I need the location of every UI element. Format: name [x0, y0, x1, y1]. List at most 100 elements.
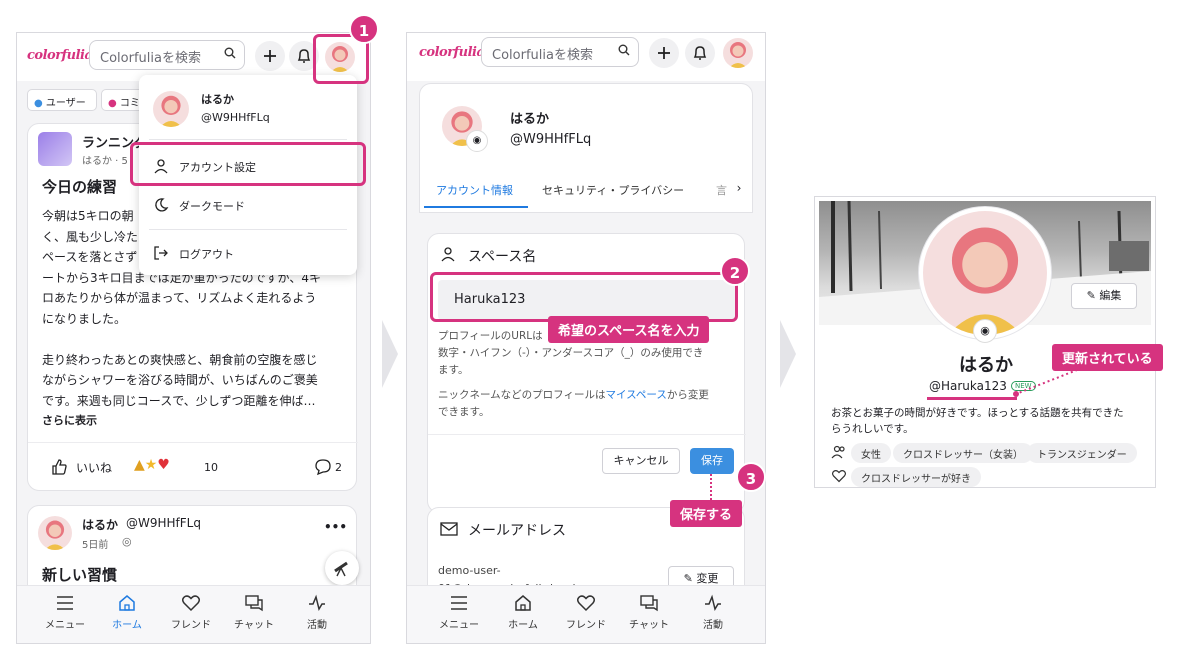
mail-icon: [440, 522, 458, 536]
cancel-button[interactable]: キャンセル: [602, 448, 680, 474]
app-logo[interactable]: colorfulia: [419, 45, 485, 60]
show-more-link[interactable]: さらに表示: [42, 412, 97, 428]
nav-friends[interactable]: フレンド: [556, 594, 616, 631]
nav-label: ホーム: [508, 620, 538, 631]
profile-name: はるか: [510, 112, 550, 127]
bell-icon: [693, 46, 707, 60]
tab-active-indicator: [424, 206, 528, 208]
telescope-icon: [334, 561, 348, 577]
heart-handshake-icon: [576, 595, 596, 612]
like-button[interactable]: いいね: [76, 459, 112, 476]
tab-security-privacy[interactable]: セキュリティ・プライバシー: [542, 182, 684, 198]
post-meta: はるか · 5: [82, 156, 128, 167]
tag-chip[interactable]: クロスドレッサー（女装）: [893, 443, 1033, 463]
menu-divider: [149, 139, 347, 140]
menu-item-dark-mode[interactable]: ダークモード: [139, 189, 357, 221]
settings-card: ◉ はるか @W9HHfFLq アカウント情報 セキュリティ・プライバシー 言 …: [419, 83, 753, 213]
profile-name: はるか: [959, 355, 1013, 376]
space-name-heading: スペース名: [468, 249, 537, 265]
explore-fab[interactable]: [325, 551, 359, 585]
post-body-line: になりました。: [42, 311, 127, 326]
thumbs-up-icon[interactable]: [50, 458, 68, 476]
tag-chip[interactable]: トランスジェンダー: [1027, 443, 1137, 463]
nav-activity[interactable]: 活動: [683, 594, 743, 631]
like-chip[interactable]: クロスドレッサーが好き: [851, 467, 981, 487]
hamburger-icon: [451, 596, 467, 610]
profile-bio: お茶とお菓子の時間が好きです。ほっとする話題を共有できた らうれしいです。: [831, 405, 1151, 437]
filter-users-chip[interactable]: ● ユーザー: [27, 89, 97, 111]
nav-label: チャット: [234, 620, 274, 631]
callout-save: 保存する: [670, 500, 743, 527]
help-line: できます。: [438, 406, 490, 418]
callout-enter-space-name: 希望のスペース名を入力: [548, 316, 710, 343]
nav-label: メニュー: [45, 620, 85, 631]
app-header: colorfulia Colorfuliaを検索: [407, 33, 765, 81]
menu-item-logout[interactable]: ログアウト: [139, 237, 357, 269]
nav-menu[interactable]: メニュー: [429, 594, 489, 631]
save-button[interactable]: 保存: [690, 448, 734, 474]
nav-home[interactable]: ホーム: [97, 594, 157, 631]
post2-author-name[interactable]: はるか: [82, 516, 118, 533]
app-logo[interactable]: colorfulia: [27, 48, 93, 63]
tab-language[interactable]: 言: [716, 182, 727, 198]
edit-label: 編集: [1099, 289, 1122, 302]
people-icon: [831, 445, 845, 459]
filter-users-label: ユーザー: [45, 98, 86, 109]
search-icon: [224, 47, 236, 59]
nav-chat[interactable]: チャット: [619, 594, 679, 631]
avatar-illustration: [923, 211, 1047, 335]
card-divider: [428, 434, 746, 435]
nav-label: チャット: [629, 620, 669, 631]
bottom-navigation: メニュー ホーム フレンド チャット 活動: [17, 585, 370, 643]
create-button[interactable]: [649, 38, 679, 68]
myspace-link[interactable]: マイスペース: [605, 389, 666, 401]
tab-scroll-right-button[interactable]: ›: [728, 176, 750, 200]
post2-avatar[interactable]: [38, 516, 72, 550]
post-body-line: 走り終わったあとの爽快感と、朝食前の空腹を感じ: [42, 352, 318, 367]
search-input[interactable]: Colorfuliaを検索: [89, 40, 245, 70]
phone-screen-home: colorfulia Colorfuliaを検索 ● ユーザー ● コミ ランニ…: [16, 32, 371, 644]
comment-icon[interactable]: [314, 458, 332, 476]
avatar-camera-button[interactable]: ◉: [466, 130, 488, 152]
post-body-line: ながらシャワーを浴びる時間が、いちばんのご褒美: [42, 373, 318, 387]
profile-handle: @Haruka123: [929, 379, 1007, 393]
avatar-camera-button[interactable]: ◉: [973, 319, 997, 343]
handle-underline: [927, 397, 1017, 400]
hamburger-icon: [57, 596, 73, 610]
tag-chip[interactable]: 女性: [851, 443, 891, 463]
nav-home[interactable]: ホーム: [493, 594, 553, 631]
heart-handshake-icon: [831, 469, 847, 483]
edit-cover-button[interactable]: ✎ 編集: [1071, 283, 1137, 309]
post2-more-button[interactable]: •••: [324, 520, 347, 534]
notification-button[interactable]: [685, 38, 715, 68]
change-label: 変更: [696, 572, 719, 585]
profile-preview: ✎ 編集 ◉ はるか @Haruka123 NEW お茶とお菓子の時間が好きです…: [814, 196, 1156, 488]
post-divider: [28, 442, 358, 443]
pencil-icon: ✎: [683, 572, 693, 585]
nav-label: ホーム: [112, 620, 142, 631]
nav-friends[interactable]: フレンド: [161, 594, 221, 631]
search-input[interactable]: Colorfuliaを検索: [481, 37, 639, 67]
post-body-line: です。来週も同じコースで、少しずつ距離を伸ば…: [42, 393, 316, 408]
flow-arrow-2: [780, 320, 796, 388]
menu-item-label: ログアウト: [179, 248, 234, 261]
bio-line: お茶とお菓子の時間が好きです。ほっとする話題を共有できた: [831, 407, 1124, 419]
help-text: から変更: [666, 389, 709, 401]
chat-icon: [245, 595, 263, 612]
activity-icon: [705, 594, 721, 611]
menu-user-name: はるか: [201, 93, 234, 106]
chevron-right-icon: ›: [736, 181, 742, 195]
step-badge-3: 3: [736, 462, 766, 492]
tab-account-info[interactable]: アカウント情報: [436, 182, 513, 198]
user-avatar-button[interactable]: [723, 38, 753, 68]
create-button[interactable]: [255, 41, 285, 71]
nav-menu[interactable]: メニュー: [35, 594, 95, 631]
search-placeholder: Colorfuliaを検索: [492, 48, 593, 63]
nav-activity[interactable]: 活動: [287, 594, 347, 631]
email-value-line1: demo-user-: [438, 564, 501, 577]
avatar-illustration: [44, 520, 66, 550]
reaction-emojis[interactable]: ▲★♥: [134, 457, 170, 473]
nav-label: メニュー: [439, 620, 479, 631]
nav-chat[interactable]: チャット: [224, 594, 284, 631]
camera-icon: ◉: [472, 135, 482, 146]
